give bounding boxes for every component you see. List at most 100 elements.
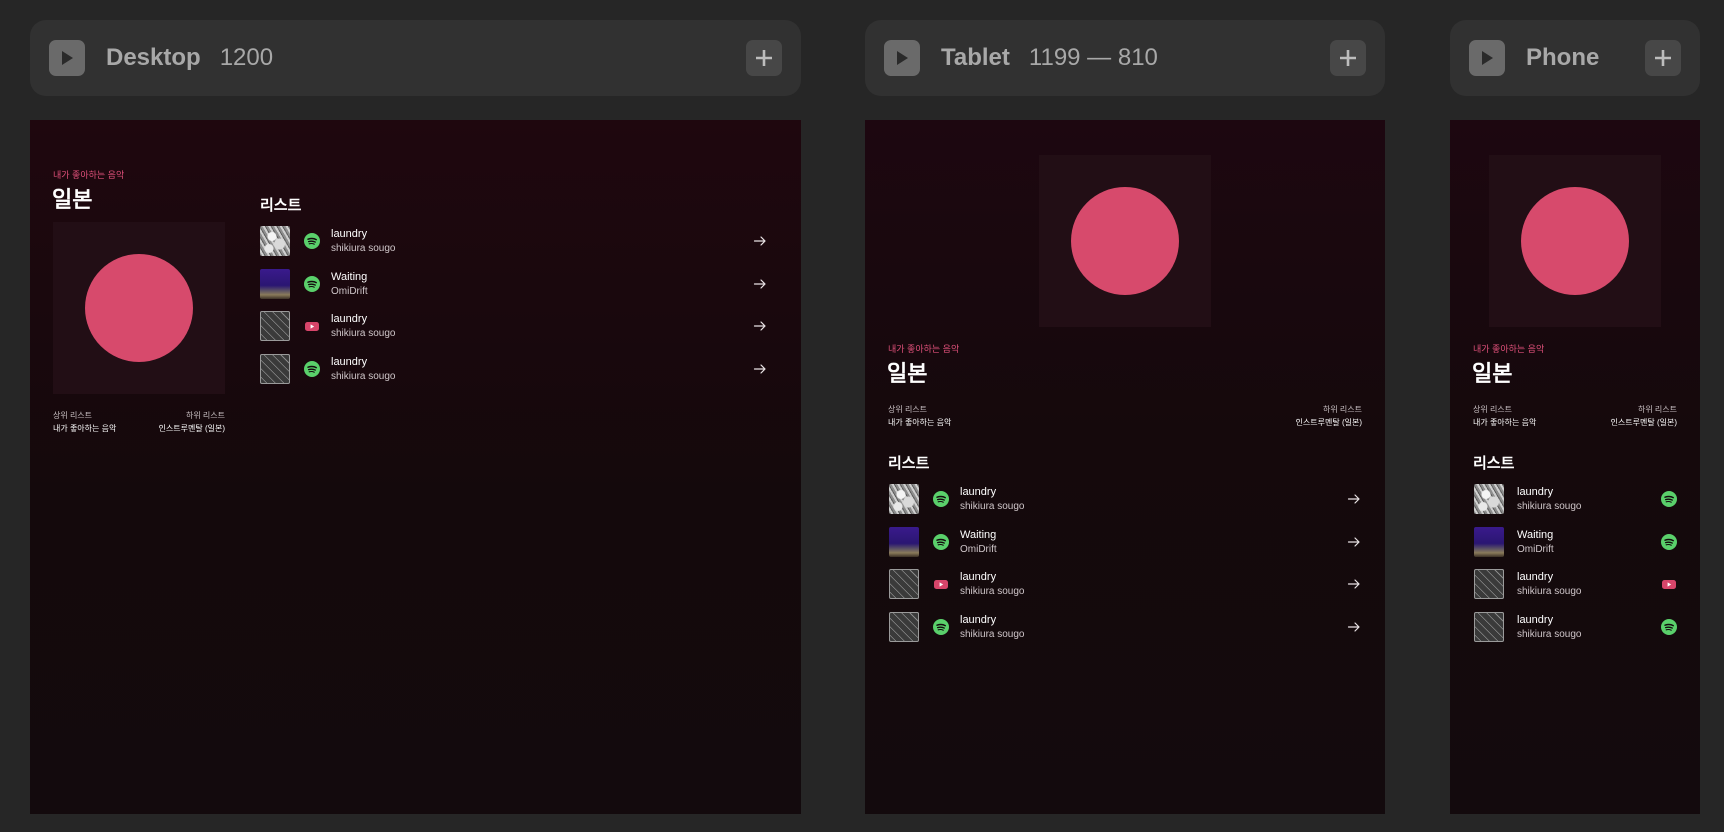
plus-icon	[1655, 50, 1671, 66]
parent-list-label: 상위 리스트	[888, 405, 928, 414]
album-disc	[1071, 187, 1179, 295]
youtube-icon	[933, 576, 949, 592]
track-row[interactable]: Waiting OmiDrift	[889, 526, 1362, 557]
track-title: laundry	[331, 228, 368, 240]
spotify-icon	[304, 360, 320, 377]
add-button[interactable]	[746, 40, 782, 76]
track-row[interactable]: Waiting OmiDrift	[260, 268, 768, 299]
spotify-icon	[933, 491, 949, 507]
phone-preview: 내가 좋아하는 음악 일본 상위 리스트 내가 좋아하는 음악 하위 리스트 인…	[1450, 120, 1700, 814]
track-title: laundry	[960, 613, 997, 626]
track-thumbnail	[1474, 526, 1504, 557]
track-title: laundry	[331, 355, 368, 368]
track-title: laundry	[331, 313, 368, 325]
track-thumbnail	[1474, 484, 1504, 514]
phone-toolbar: Phone	[1450, 20, 1700, 96]
track-row[interactable]: laundry shikiura sougo	[1474, 611, 1677, 642]
track-title: Waiting	[331, 270, 368, 283]
track-row[interactable]: laundry shikiura sougo	[889, 569, 1362, 599]
add-button[interactable]	[1330, 40, 1366, 76]
parent-list-label: 상위 리스트	[53, 411, 93, 420]
parent-list-value[interactable]: 내가 좋아하는 음악	[53, 423, 116, 434]
spotify-icon	[1661, 618, 1677, 635]
tablet-toolbar: Tablet 1199 — 810	[865, 20, 1385, 96]
spotify-icon	[304, 275, 320, 292]
track-artist: shikiura sougo	[1517, 628, 1582, 640]
spotify-icon	[1661, 533, 1677, 550]
arrow-right-icon[interactable]	[752, 233, 768, 249]
track-row[interactable]: laundry shikiura sougo	[260, 311, 768, 341]
arrow-right-icon[interactable]	[1346, 534, 1362, 550]
track-row[interactable]: laundry shikiura sougo	[1474, 569, 1677, 599]
child-list-label: 하위 리스트	[1637, 405, 1677, 414]
parent-list-value[interactable]: 내가 좋아하는 음악	[1473, 417, 1536, 428]
track-title: laundry	[1517, 613, 1554, 626]
child-list-value[interactable]: 인스트루멘탈 (일본)	[1611, 417, 1677, 428]
track-title: laundry	[1517, 486, 1554, 498]
album-disc	[85, 254, 193, 362]
track-artist: shikiura sougo	[331, 328, 396, 339]
list-title: 리스트	[888, 455, 930, 472]
track-row[interactable]: laundry shikiura sougo	[889, 484, 1362, 514]
album-disc	[1521, 187, 1629, 295]
track-title: Waiting	[960, 528, 997, 541]
youtube-icon	[1661, 576, 1677, 592]
track-row[interactable]: laundry shikiura sougo	[260, 226, 768, 256]
spotify-icon	[933, 533, 949, 550]
child-list-label: 하위 리스트	[1322, 405, 1362, 414]
track-row[interactable]: Waiting OmiDrift	[1474, 526, 1677, 557]
play-button[interactable]	[49, 40, 85, 76]
breakpoint-name: Desktop	[106, 44, 201, 71]
track-thumbnail	[1474, 569, 1504, 599]
spotify-icon	[304, 233, 320, 249]
track-artist: shikiura sougo	[1517, 501, 1582, 512]
child-list-value[interactable]: 인스트루멘탈 (일본)	[159, 423, 225, 434]
parent-list-value[interactable]: 내가 좋아하는 음악	[888, 417, 951, 428]
arrow-right-icon[interactable]	[1346, 491, 1362, 507]
tablet-preview: 내가 좋아하는 음악 일본 상위 리스트 내가 좋아하는 음악 하위 리스트 인…	[865, 120, 1385, 814]
page-title: 일본	[1472, 361, 1513, 386]
track-artist: shikiura sougo	[331, 243, 396, 254]
album-art	[1489, 155, 1661, 327]
track-thumbnail	[889, 611, 919, 642]
add-button[interactable]	[1645, 40, 1681, 76]
play-icon	[62, 51, 73, 65]
track-thumbnail	[260, 353, 290, 384]
arrow-right-icon[interactable]	[1346, 619, 1362, 635]
page-eyebrow: 내가 좋아하는 음악	[888, 344, 960, 354]
track-artist: OmiDrift	[1517, 543, 1554, 555]
arrow-right-icon[interactable]	[1346, 576, 1362, 592]
play-button[interactable]	[1469, 40, 1505, 76]
spotify-icon	[1661, 491, 1677, 507]
arrow-right-icon[interactable]	[752, 276, 768, 292]
page-title: 일본	[887, 361, 928, 386]
album-art	[53, 222, 225, 394]
track-thumbnail	[260, 268, 290, 299]
track-row[interactable]: laundry shikiura sougo	[260, 353, 768, 384]
track-thumbnail	[889, 569, 919, 599]
play-icon	[897, 51, 908, 65]
breakpoint-size: 1199 — 810	[1028, 44, 1158, 71]
track-artist: shikiura sougo	[960, 628, 1025, 640]
breakpoint-size: 1200	[219, 44, 274, 71]
child-list-value[interactable]: 인스트루멘탈 (일본)	[1296, 417, 1362, 428]
track-title: laundry	[1517, 571, 1554, 583]
album-art	[1039, 155, 1211, 327]
arrow-right-icon[interactable]	[752, 361, 768, 377]
page-eyebrow: 내가 좋아하는 음악	[53, 170, 125, 180]
track-artist: shikiura sougo	[331, 370, 396, 382]
track-artist: OmiDrift	[331, 285, 368, 297]
list-title: 리스트	[1473, 455, 1515, 472]
play-button[interactable]	[884, 40, 920, 76]
track-row[interactable]: laundry shikiura sougo	[889, 611, 1362, 642]
track-thumbnail	[1474, 611, 1504, 642]
spotify-icon	[933, 618, 949, 635]
track-thumbnail	[889, 526, 919, 557]
play-icon	[1482, 51, 1493, 65]
track-artist: shikiura sougo	[1517, 586, 1582, 597]
track-row[interactable]: laundry shikiura sougo	[1474, 484, 1677, 514]
breakpoint-name: Phone	[1526, 44, 1600, 71]
arrow-right-icon[interactable]	[752, 318, 768, 334]
track-artist: shikiura sougo	[960, 501, 1025, 512]
track-thumbnail	[889, 484, 919, 514]
